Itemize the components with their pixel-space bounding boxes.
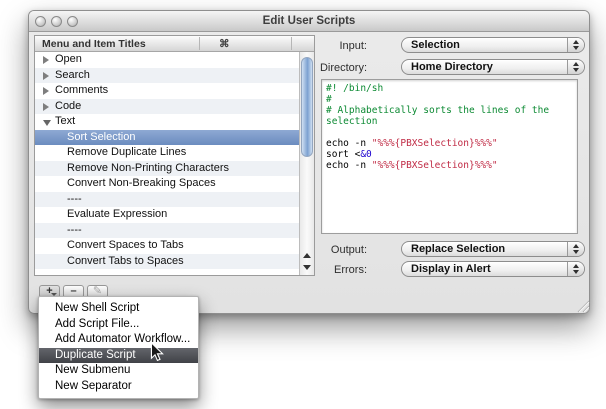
list-item-label: Remove Non-Printing Characters — [67, 161, 229, 177]
code-line: # — [326, 94, 573, 105]
directory-select[interactable]: Home Directory — [401, 59, 585, 75]
code-line: sort <&0 — [326, 149, 573, 160]
list-item-label: Convert Non-Breaking Spaces — [67, 176, 216, 192]
input-label: Input: — [287, 38, 367, 54]
list-item[interactable]: Remove Duplicate Lines — [35, 145, 299, 161]
script-editor[interactable]: #! /bin/sh## Alphabetically sorts the li… — [321, 79, 578, 234]
list-item-label: Open — [55, 52, 82, 68]
list-item[interactable]: ---- — [35, 223, 299, 239]
list-item-label: ---- — [67, 192, 82, 208]
code-line: # Alphabetically sorts the lines of the … — [326, 105, 573, 127]
mouse-cursor-icon — [150, 342, 164, 362]
disclosure-closed-icon[interactable] — [43, 103, 49, 111]
list-item[interactable]: Remove Non-Printing Characters — [35, 161, 299, 177]
column-divider[interactable] — [199, 37, 200, 50]
list-item-label: ---- — [67, 269, 82, 275]
popup-stepper-icon — [567, 262, 584, 276]
list-item[interactable]: Code — [35, 99, 299, 115]
script-list-rows: OpenSearchCommentsCodeTextSort Selection… — [35, 52, 299, 275]
input-select[interactable]: Selection — [401, 37, 585, 53]
list-item-label: Code — [55, 99, 81, 115]
list-item-label: Convert Spaces to Tabs — [67, 238, 184, 254]
menu-item[interactable]: New Separator — [39, 379, 198, 395]
list-item[interactable]: ---- — [35, 192, 299, 208]
output-value: Replace Selection — [411, 242, 505, 256]
menu-item[interactable]: Duplicate Script — [39, 348, 198, 364]
list-item[interactable]: Text — [35, 114, 299, 130]
window-title: Edit User Scripts — [29, 11, 589, 32]
script-list-header[interactable]: Menu and Item Titles ⌘ — [35, 36, 314, 52]
output-label: Output: — [287, 242, 367, 258]
popup-stepper-icon — [567, 60, 584, 74]
popup-stepper-icon — [567, 38, 584, 52]
title-bar[interactable]: Edit User Scripts — [29, 11, 589, 32]
add-script-menu: New Shell ScriptAdd Script File...Add Au… — [38, 296, 199, 399]
resize-grip-icon[interactable] — [575, 298, 590, 313]
disclosure-closed-icon[interactable] — [43, 56, 49, 64]
menu-item[interactable]: Add Script File... — [39, 317, 198, 333]
disclosure-closed-icon[interactable] — [43, 87, 49, 95]
list-item[interactable]: Sort Selection — [35, 130, 299, 146]
errors-value: Display in Alert — [411, 262, 491, 276]
list-item[interactable]: Convert Spaces to Tabs — [35, 238, 299, 254]
popup-stepper-icon — [567, 242, 584, 256]
list-item[interactable]: Search — [35, 68, 299, 84]
list-item-label: Remove Duplicate Lines — [67, 145, 186, 161]
output-select[interactable]: Replace Selection — [401, 241, 585, 257]
list-item-label: Search — [55, 68, 90, 84]
disclosure-closed-icon[interactable] — [43, 72, 49, 80]
list-item[interactable]: Evaluate Expression — [35, 207, 299, 223]
list-item[interactable]: Comments — [35, 83, 299, 99]
directory-label: Directory: — [287, 60, 367, 76]
code-line: echo -n "%%%{PBXSelection}%%%" — [326, 138, 573, 149]
list-item[interactable]: ---- — [35, 269, 299, 275]
list-item-label: Convert Tabs to Spaces — [67, 254, 184, 270]
list-item-label: ---- — [67, 223, 82, 239]
list-item[interactable]: Open — [35, 52, 299, 68]
list-item[interactable]: Convert Tabs to Spaces — [35, 254, 299, 270]
code-line: #! /bin/sh — [326, 83, 573, 94]
column-header-shortcut[interactable]: ⌘ — [219, 36, 230, 52]
script-list: Menu and Item Titles ⌘ OpenSearchComment… — [34, 35, 315, 276]
script-code: #! /bin/sh## Alphabetically sorts the li… — [322, 80, 577, 174]
input-value: Selection — [411, 38, 460, 52]
list-item-label: Sort Selection — [67, 130, 135, 146]
errors-select[interactable]: Display in Alert — [401, 261, 585, 277]
list-item[interactable]: Convert Non-Breaking Spaces — [35, 176, 299, 192]
code-line: echo -n "%%%{PBXSelection}%%%" — [326, 160, 573, 171]
disclosure-open-icon[interactable] — [43, 120, 51, 126]
code-line — [326, 127, 573, 138]
directory-value: Home Directory — [411, 60, 493, 74]
edit-user-scripts-window: Edit User Scripts Menu and Item Titles ⌘… — [28, 10, 590, 314]
desktop: Edit User Scripts Menu and Item Titles ⌘… — [0, 0, 606, 409]
menu-item[interactable]: Add Automator Workflow... — [39, 332, 198, 348]
menu-item[interactable]: New Shell Script — [39, 301, 198, 317]
menu-item[interactable]: New Submenu — [39, 363, 198, 379]
list-item-label: Comments — [55, 83, 108, 99]
list-item-label: Evaluate Expression — [67, 207, 167, 223]
errors-label: Errors: — [287, 262, 367, 278]
column-header-titles[interactable]: Menu and Item Titles — [42, 36, 146, 52]
list-item-label: Text — [55, 114, 75, 130]
